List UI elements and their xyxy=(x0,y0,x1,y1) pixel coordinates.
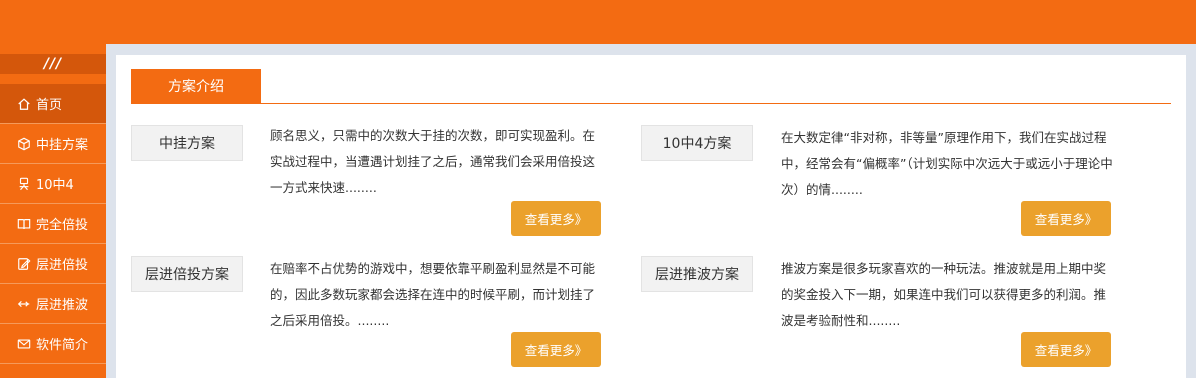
view-more-button[interactable]: 查看更多》 xyxy=(511,201,601,236)
home-icon xyxy=(16,96,32,112)
person-icon xyxy=(16,176,32,192)
cube-icon xyxy=(16,136,32,152)
plan-description: 在大数定律“非对称，非等量”原理作用下，我们在实战过程中，经常会有“偏概率”（计… xyxy=(781,130,1113,197)
sidebar-item-cengjintuibo[interactable]: 层进推波 xyxy=(0,284,106,324)
arrows-icon xyxy=(16,296,32,312)
top-header-bar xyxy=(0,0,1196,44)
sidebar-item-10zhong4[interactable]: 10中4 xyxy=(0,164,106,204)
plan-label-zhonggua[interactable]: 中挂方案 xyxy=(131,125,243,161)
book-icon xyxy=(16,216,32,232)
sidebar-item-zhonggua[interactable]: 中挂方案 xyxy=(0,124,106,164)
view-more-button[interactable]: 查看更多》 xyxy=(511,332,601,367)
edit-icon xyxy=(16,256,32,272)
plan-label-cengjintuibo[interactable]: 层进推波方案 xyxy=(641,256,753,292)
section-divider xyxy=(131,103,1171,104)
mail-icon xyxy=(16,336,32,352)
sidebar-item-cengjinbeitou[interactable]: 层进倍投 xyxy=(0,244,106,284)
view-more-button[interactable]: 查看更多》 xyxy=(1021,332,1111,367)
view-more-button[interactable]: 查看更多》 xyxy=(1021,201,1111,236)
plan-description: 顾名思义，只需中的次数大于挂的次数，即可实现盈利。在实战过程中，当遭遇计划挂了之… xyxy=(270,128,596,195)
sidebar-item-label: 中挂方案 xyxy=(36,138,89,153)
sidebar-toggle[interactable]: /// xyxy=(0,54,106,74)
plan-label-cengjinbeitou[interactable]: 层进倍投方案 xyxy=(131,256,243,292)
sidebar: /// 首页 中挂方案 10中4 完全倍投 层进倍投 层进推波 软件简介 xyxy=(0,44,106,378)
plan-label-10zhong4[interactable]: 10中4方案 xyxy=(641,125,753,161)
sidebar-item-label: 软件简介 xyxy=(36,338,89,353)
sidebar-item-label: 完全倍投 xyxy=(36,218,89,233)
sidebar-item-wanquanbeitou[interactable]: 完全倍投 xyxy=(0,204,106,244)
sidebar-item-label: 层进倍投 xyxy=(36,258,89,273)
sidebar-item-label: 首页 xyxy=(36,98,63,113)
sidebar-item-home[interactable]: 首页 xyxy=(0,84,106,124)
plan-description: 在赔率不占优势的游戏中，想要依靠平刷盈利显然是不可能的，因此多数玩家都会选择在连… xyxy=(270,261,596,328)
plan-description: 推波方案是很多玩家喜欢的一种玩法。推波就是用上期中奖的奖金投入下一期，如果连中我… xyxy=(781,261,1107,328)
sidebar-item-label: 10中4 xyxy=(36,178,74,193)
sidebar-item-ruanjianjianjie[interactable]: 软件简介 xyxy=(0,324,106,364)
sidebar-item-label: 层进推波 xyxy=(36,298,89,313)
section-title-tab[interactable]: 方案介绍 xyxy=(131,69,261,103)
